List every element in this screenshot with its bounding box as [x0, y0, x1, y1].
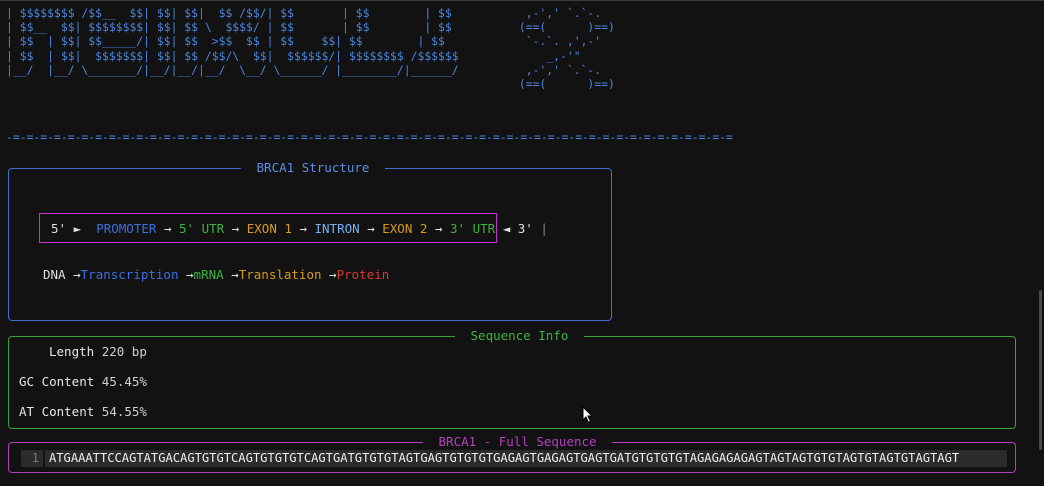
- mrna-label: mRNA: [193, 267, 224, 282]
- dna-art-line: `-.`. ,',-': [512, 34, 602, 49]
- five-prime-label: 5': [51, 221, 67, 236]
- length-row: Length 220 bp: [49, 344, 147, 360]
- ascii-banner: | $$$$$$$$ /$$__ $$| $$| $$| $$ /$$/| $$…: [6, 6, 459, 77]
- gc-content-label: GC Content: [19, 374, 95, 389]
- sequence-text[interactable]: ATGAAATTCCAGTATGACAGTGTGTCAGTGTGTGTCAGTG…: [45, 450, 1007, 467]
- section-divider: -=-=-=-=-=-=-=-=-=-=-=-=-=-=-=-=-=-=-=-=…: [6, 130, 733, 144]
- full-sequence-title: BRCA1 - Full Sequence: [423, 434, 613, 450]
- ascii-line: | $$$$$$$$ /$$__ $$| $$| $$| $$ /$$/| $$…: [6, 6, 452, 20]
- dna-helix-art: ,-',' `.`-. (==( )==) `-.`. ,',-' _,-'" …: [512, 6, 615, 91]
- ascii-line: | $$ | $$| $$_____/| $$| $$ >$$ $$ | $$ …: [6, 34, 445, 49]
- translation-label: Translation: [238, 267, 322, 282]
- dna-label: DNA: [43, 267, 66, 282]
- vertical-scrollbar[interactable]: [1039, 290, 1042, 450]
- dna-art-line: (==( )==): [512, 20, 615, 35]
- structure-panel-title: BRCA1 Structure: [241, 160, 385, 176]
- arrow-right-icon: →: [231, 267, 239, 282]
- structure-panel: BRCA1 Structure 5' ► PROMOTER → 5' UTR →…: [8, 160, 612, 321]
- terminal-cursor-bar: |: [540, 221, 548, 236]
- length-label: Length: [49, 344, 95, 359]
- arrow-right-icon: →: [367, 221, 375, 236]
- arrow-right-icon: →: [186, 267, 194, 282]
- length-value: 220 bp: [101, 344, 147, 359]
- promoter-label: PROMOTER: [96, 221, 157, 236]
- arrow-right-icon: →: [434, 221, 443, 236]
- five-utr-label: 5' UTR: [179, 221, 225, 236]
- exon2-label: EXON 2: [382, 221, 428, 236]
- at-content-value: 54.55%: [101, 404, 147, 419]
- dna-art-line: (==( )==): [512, 77, 615, 92]
- right-triangle-icon: ►: [73, 221, 82, 236]
- sequence-info-panel: Sequence Info Length 220 bp GC Content 4…: [8, 328, 1016, 429]
- gc-content-value: 45.45%: [101, 374, 147, 389]
- left-triangle-icon: ◄: [502, 221, 511, 236]
- arrow-right-icon: →: [73, 267, 81, 282]
- central-dogma-flow: DNA →Transcription →mRNA →Translation →P…: [43, 267, 389, 283]
- intron-label: INTRON: [314, 221, 360, 236]
- line-number: 1: [21, 450, 43, 467]
- three-prime-label: 3': [517, 221, 533, 236]
- full-sequence-panel[interactable]: BRCA1 - Full Sequence 1 ATGAAATTCCAGTATG…: [8, 434, 1016, 473]
- dna-art-line: ,-',' `.`-.: [512, 6, 602, 20]
- exon1-label: EXON 1: [246, 221, 292, 236]
- arrow-right-icon: →: [231, 221, 240, 236]
- sequence-info-title: Sequence Info: [455, 328, 584, 344]
- arrow-right-icon: →: [329, 267, 337, 282]
- mouse-pointer-icon: [582, 406, 594, 424]
- arrow-right-icon: →: [299, 221, 307, 236]
- ascii-line: | $$__ $$| $$$$$$$$| $$| $$ \ $$$$/ | $$…: [6, 20, 452, 35]
- protein-label: Protein: [336, 267, 390, 282]
- transcription-label: Transcription: [80, 267, 179, 282]
- window-top-edge: [0, 0, 1044, 1]
- dna-art-line: _,-'": [512, 48, 581, 63]
- dna-art-line: ,-',' `.`-.: [512, 62, 602, 77]
- ascii-line: | $$ | $$| $$$$$$$| $$| $$ /$$/\ $$| $$$…: [6, 48, 459, 63]
- at-content-row: AT Content 54.55%: [19, 404, 147, 420]
- at-content-label: AT Content: [19, 404, 95, 419]
- ascii-line: |__/ |__/ \_______/|__/|__/|__/ \__/ \__…: [6, 62, 459, 77]
- arrow-right-icon: →: [163, 221, 172, 236]
- three-utr-label: 3' UTR: [450, 221, 496, 236]
- gene-structure-flow: 5' ► PROMOTER → 5' UTR → EXON 1 → INTRON…: [51, 221, 548, 237]
- gc-content-row: GC Content 45.45%: [19, 374, 147, 390]
